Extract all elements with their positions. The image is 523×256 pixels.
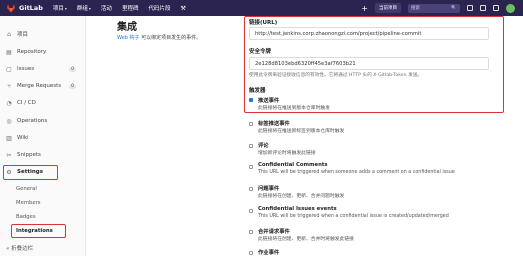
search-icon: 🔍	[451, 5, 457, 11]
book-open-icon: ▥	[6, 134, 12, 142]
rocket-icon: ◔	[6, 99, 12, 107]
confidential-comments-title: Confidential Comments	[258, 162, 328, 168]
avatar[interactable]	[506, 3, 515, 13]
sidebar-item-label: Repository	[17, 49, 47, 55]
sidebar-item-wiki[interactable]: ▥ Wiki	[0, 130, 86, 146]
issues-icon: ▢	[6, 65, 12, 73]
tag-push-events-title: 标签推送事件	[258, 121, 290, 127]
sidebar-item-ci-cd[interactable]: ◔ CI / CD	[0, 95, 86, 111]
token-label: 安全令牌	[249, 49, 272, 55]
webhooks-link[interactable]: Web 钩子	[117, 35, 140, 41]
job-events-title: 作业事件	[258, 250, 280, 256]
sidebar-item-label: Wiki	[17, 135, 29, 141]
project-sidebar: ⌂ 项目 ▤ Repository ▢ Issues 0 ⑂ Merge Req…	[0, 16, 86, 256]
home-icon: ⌂	[7, 30, 11, 38]
sidebar-item-label: Issues	[17, 66, 35, 72]
sidebar-subitem-general[interactable]: General	[16, 186, 37, 192]
page-title: 集成	[117, 22, 137, 33]
sidebar-item-project[interactable]: ⌂ 项目	[0, 26, 86, 42]
merge-requests-count-badge: 0	[69, 83, 76, 89]
tag-push-events-desc: 此链接将在推送新标签到版本仓库时触发	[258, 129, 345, 134]
merge-request-icon: ⑂	[7, 82, 11, 90]
top-navbar: GitLab 项目 ▾ 群组 ▾ 活动 里程碑 代码片段 ⚒ + 当前项目 搜索…	[0, 0, 523, 16]
nav-projects-label: 项目	[52, 6, 64, 12]
sidebar-item-repository[interactable]: ▤ Repository	[0, 44, 86, 60]
sidebar-item-operations[interactable]: ◎ Operations	[0, 113, 86, 129]
integrations-highlight-box	[11, 224, 66, 238]
url-label: 链接(URL)	[249, 20, 278, 26]
sidebar-item-label: 项目	[17, 32, 29, 38]
url-field[interactable]: http://test.jenkins.corp.zhaonongzi.com/…	[249, 27, 489, 40]
sidebar-subitem-members[interactable]: Members	[16, 200, 41, 206]
sidebar-item-label: CI / CD	[17, 100, 36, 106]
wrench-icon[interactable]: ⚒	[180, 5, 185, 12]
issues-events-desc: 此链接将在创建、更新、合并问题时触发	[258, 194, 345, 199]
page-description: Web 钩子 可以绑定项目发生的事件。	[117, 34, 201, 41]
confidential-issues-events-title: Confidential Issues events	[258, 206, 337, 212]
main-content: 集成 Web 钩子 可以绑定项目发生的事件。 链接(URL) http://te…	[86, 16, 523, 256]
nav-activity-label: 活动	[100, 6, 112, 12]
merge-request-events-desc: 此链接将在创建、更新、合并时将触发此链接	[258, 237, 354, 242]
sidebar-item-label: Merge Requests	[17, 83, 62, 89]
job-events-checkbox[interactable]	[249, 251, 253, 255]
push-events-title: 推送事件	[258, 98, 280, 104]
merge-request-events-checkbox[interactable]	[249, 230, 253, 234]
scissors-icon: ✂	[6, 151, 12, 159]
todos-shortcut-icon[interactable]	[493, 5, 499, 11]
nav-milestones[interactable]: 里程碑	[122, 4, 139, 12]
url-field-value: http://test.jenkins.corp.zhaonongzi.com/…	[255, 30, 422, 37]
nav-activity[interactable]: 活动	[101, 4, 112, 12]
token-help-text: 使用此令牌来验证接收信息的有效性。它将通过 HTTP 头的 X-Gitlab-T…	[249, 73, 423, 78]
new-dropdown-button[interactable]: +	[361, 4, 368, 13]
push-events-desc: 此链接将在推送到版本仓库时触发	[258, 106, 330, 111]
settings-highlight-box	[3, 165, 58, 180]
nav-projects[interactable]: 项目 ▾	[52, 4, 67, 13]
nav-milestones-label: 里程碑	[121, 6, 139, 12]
nav-groups-label: 群组	[76, 6, 88, 12]
nav-snippets-label: 代码片段	[148, 6, 171, 12]
search-placeholder: 搜索	[411, 6, 420, 11]
merge-requests-shortcut-icon[interactable]	[480, 5, 486, 11]
sidebar-item-merge-requests[interactable]: ⑂ Merge Requests 0	[0, 78, 86, 94]
chevron-down-icon: ▾	[64, 5, 67, 11]
sidebar-item-label: Operations	[17, 118, 48, 124]
collapse-sidebar-button[interactable]: « 折叠边栏	[6, 244, 33, 252]
sidebar-item-issues[interactable]: ▢ Issues 0	[0, 61, 86, 77]
push-events-checkbox[interactable]	[249, 98, 253, 102]
gitlab-logo[interactable]	[6, 3, 16, 13]
comments-desc: 增加新评论时将触发此链接	[258, 151, 316, 156]
secret-token-field[interactable]: 2e128d8103ebd6320ff45e3af7603b21	[249, 57, 489, 70]
brand-name[interactable]: GitLab	[19, 4, 43, 12]
issues-count-badge: 0	[69, 66, 76, 72]
nav-groups[interactable]: 群组 ▾	[76, 4, 91, 13]
sidebar-item-label: Snippets	[17, 152, 41, 158]
book-icon: ▤	[6, 48, 12, 56]
merge-request-events-title: 合并请求事件	[258, 229, 290, 235]
issues-events-title: 问题事件	[258, 186, 280, 192]
chevron-down-icon: ▾	[88, 5, 91, 11]
nav-snippets[interactable]: 代码片段	[148, 4, 170, 12]
confidential-comments-desc: This URL will be triggered when someone …	[258, 170, 455, 175]
tag-push-events-checkbox[interactable]	[249, 122, 253, 126]
page-description-text: 可以绑定项目发生的事件。	[139, 35, 202, 41]
cloud-gear-icon: ◎	[6, 117, 12, 125]
trigger-label: 触发器	[249, 88, 266, 94]
sidebar-subitem-badges[interactable]: Badges	[16, 214, 36, 220]
search-input[interactable]: 搜索 🔍	[408, 3, 460, 13]
search-context-pill[interactable]: 当前项目	[375, 3, 401, 13]
sidebar-item-snippets[interactable]: ✂ Snippets	[0, 147, 86, 163]
gitlab-fox-icon	[7, 4, 15, 13]
confidential-issues-events-desc: This URL will be triggered when a confid…	[258, 214, 449, 219]
confidential-comments-checkbox[interactable]	[249, 165, 253, 169]
confidential-issues-events-checkbox[interactable]	[249, 209, 253, 213]
comments-title: 评论	[258, 143, 269, 149]
comments-checkbox[interactable]	[249, 144, 253, 148]
secret-token-value: 2e128d8103ebd6320ff45e3af7603b21	[255, 60, 356, 67]
issues-events-checkbox[interactable]	[249, 187, 253, 191]
issues-shortcut-icon[interactable]	[467, 5, 473, 11]
